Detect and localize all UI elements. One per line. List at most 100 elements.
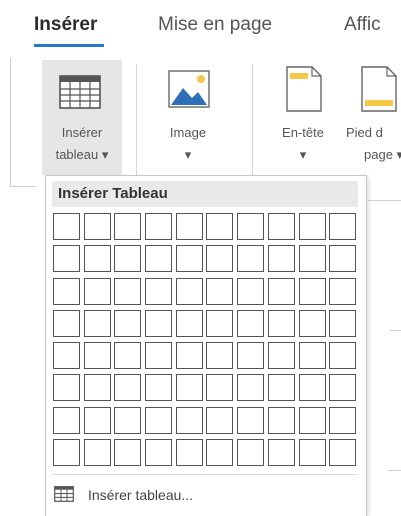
table-icon <box>59 75 101 114</box>
document-edge-line <box>368 200 401 201</box>
table-grid-cell[interactable] <box>83 213 111 240</box>
table-grid-cell[interactable] <box>114 245 142 273</box>
table-grid-cell[interactable] <box>175 342 203 370</box>
image-button[interactable]: Image ▾ <box>148 60 228 175</box>
ribbon-tabs: Insérer Mise en page Affic <box>0 0 401 56</box>
footer-icon <box>361 66 397 117</box>
table-grid-cell[interactable] <box>329 439 357 467</box>
table-grid-cell[interactable] <box>329 374 357 402</box>
table-grid-cell[interactable] <box>298 342 326 370</box>
tab-affichage[interactable]: Affic <box>344 14 381 36</box>
table-grid-cell[interactable] <box>206 374 234 402</box>
table-grid-cell[interactable] <box>145 374 173 402</box>
table-grid-cell[interactable] <box>175 245 203 273</box>
header-icon <box>286 66 322 117</box>
insert-table-menu-label: Insérer tableau... <box>88 487 194 503</box>
table-grid-cell[interactable] <box>114 406 142 434</box>
table-grid-cell[interactable] <box>175 374 203 402</box>
table-grid-cell[interactable] <box>206 309 234 337</box>
table-grid-cell[interactable] <box>53 213 80 240</box>
table-grid-cell[interactable] <box>237 342 265 370</box>
table-grid-cell[interactable] <box>329 213 357 240</box>
table-grid-cell[interactable] <box>53 406 80 434</box>
table-grid-cell[interactable] <box>83 342 111 370</box>
table-grid-cell[interactable] <box>145 277 173 305</box>
table-grid-cell[interactable] <box>145 406 173 434</box>
table-grid-cell[interactable] <box>237 374 265 402</box>
table-grid-cell[interactable] <box>53 277 80 305</box>
tab-mise-en-page[interactable]: Mise en page <box>158 14 272 36</box>
insert-table-label-2: tableau ▾ <box>55 147 109 162</box>
table-grid-cell[interactable] <box>114 439 142 467</box>
table-grid-cell[interactable] <box>237 245 265 273</box>
table-grid-cell[interactable] <box>145 213 173 240</box>
table-grid-cell[interactable] <box>114 374 142 402</box>
table-grid-cell[interactable] <box>298 439 326 467</box>
table-grid-cell[interactable] <box>175 213 203 240</box>
table-grid-cell[interactable] <box>237 213 265 240</box>
table-grid-cell[interactable] <box>83 439 111 467</box>
table-grid-cell[interactable] <box>206 277 234 305</box>
table-grid-cell[interactable] <box>206 245 234 273</box>
table-grid-cell[interactable] <box>53 342 80 370</box>
tab-inserer[interactable]: Insérer <box>34 14 97 36</box>
table-grid-cell[interactable] <box>298 374 326 402</box>
dropdown-separator <box>52 474 358 475</box>
table-grid-cell[interactable] <box>53 309 80 337</box>
table-grid-cell[interactable] <box>267 342 295 370</box>
table-grid-cell[interactable] <box>145 309 173 337</box>
table-grid-cell[interactable] <box>175 309 203 337</box>
table-grid-cell[interactable] <box>267 439 295 467</box>
header-button[interactable]: En-tête ▾ <box>268 60 338 175</box>
table-grid-cell[interactable] <box>114 277 142 305</box>
table-grid-cell[interactable] <box>53 245 80 273</box>
table-grid-cell[interactable] <box>145 342 173 370</box>
table-grid-cell[interactable] <box>83 406 111 434</box>
table-grid-cell[interactable] <box>237 406 265 434</box>
footer-button[interactable]: Pied d page ▾ <box>344 60 401 175</box>
table-grid-cell[interactable] <box>53 374 80 402</box>
table-grid-cell[interactable] <box>237 439 265 467</box>
table-grid-cell[interactable] <box>298 213 326 240</box>
table-grid-cell[interactable] <box>206 406 234 434</box>
table-grid-cell[interactable] <box>267 406 295 434</box>
table-grid-cell[interactable] <box>267 309 295 337</box>
table-grid-cell[interactable] <box>175 277 203 305</box>
table-grid-cell[interactable] <box>267 374 295 402</box>
table-grid-cell[interactable] <box>83 374 111 402</box>
table-size-grid[interactable] <box>53 213 357 467</box>
table-grid-cell[interactable] <box>237 277 265 305</box>
table-grid-cell[interactable] <box>298 277 326 305</box>
table-grid-cell[interactable] <box>267 213 295 240</box>
table-grid-cell[interactable] <box>329 309 357 337</box>
table-grid-cell[interactable] <box>267 245 295 273</box>
insert-table-menu-item[interactable]: Insérer tableau... <box>52 479 358 511</box>
table-grid-cell[interactable] <box>329 406 357 434</box>
table-grid-cell[interactable] <box>83 277 111 305</box>
table-grid-cell[interactable] <box>237 309 265 337</box>
table-grid-cell[interactable] <box>145 245 173 273</box>
table-grid-cell[interactable] <box>175 439 203 467</box>
table-grid-cell[interactable] <box>145 439 173 467</box>
table-grid-cell[interactable] <box>206 342 234 370</box>
table-grid-cell[interactable] <box>83 309 111 337</box>
table-grid-cell[interactable] <box>298 245 326 273</box>
table-grid-cell[interactable] <box>114 342 142 370</box>
table-grid-cell[interactable] <box>83 245 111 273</box>
table-grid-cell[interactable] <box>206 439 234 467</box>
table-grid-cell[interactable] <box>298 309 326 337</box>
table-grid-cell[interactable] <box>329 342 357 370</box>
table-grid-cell[interactable] <box>114 213 142 240</box>
table-grid-cell[interactable] <box>114 309 142 337</box>
table-grid-cell[interactable] <box>298 406 326 434</box>
table-grid-cell[interactable] <box>53 439 80 467</box>
table-grid-cell[interactable] <box>206 213 234 240</box>
table-grid-cell[interactable] <box>175 406 203 434</box>
document-edge-line <box>388 470 401 471</box>
insert-table-button[interactable]: Insérer tableau ▾ <box>42 60 122 175</box>
header-dropdown-arrow: ▾ <box>299 147 307 162</box>
table-grid-cell[interactable] <box>329 245 357 273</box>
table-grid-cell[interactable] <box>267 277 295 305</box>
table-grid-cell[interactable] <box>329 277 357 305</box>
ribbon-bottom-border <box>10 186 36 187</box>
